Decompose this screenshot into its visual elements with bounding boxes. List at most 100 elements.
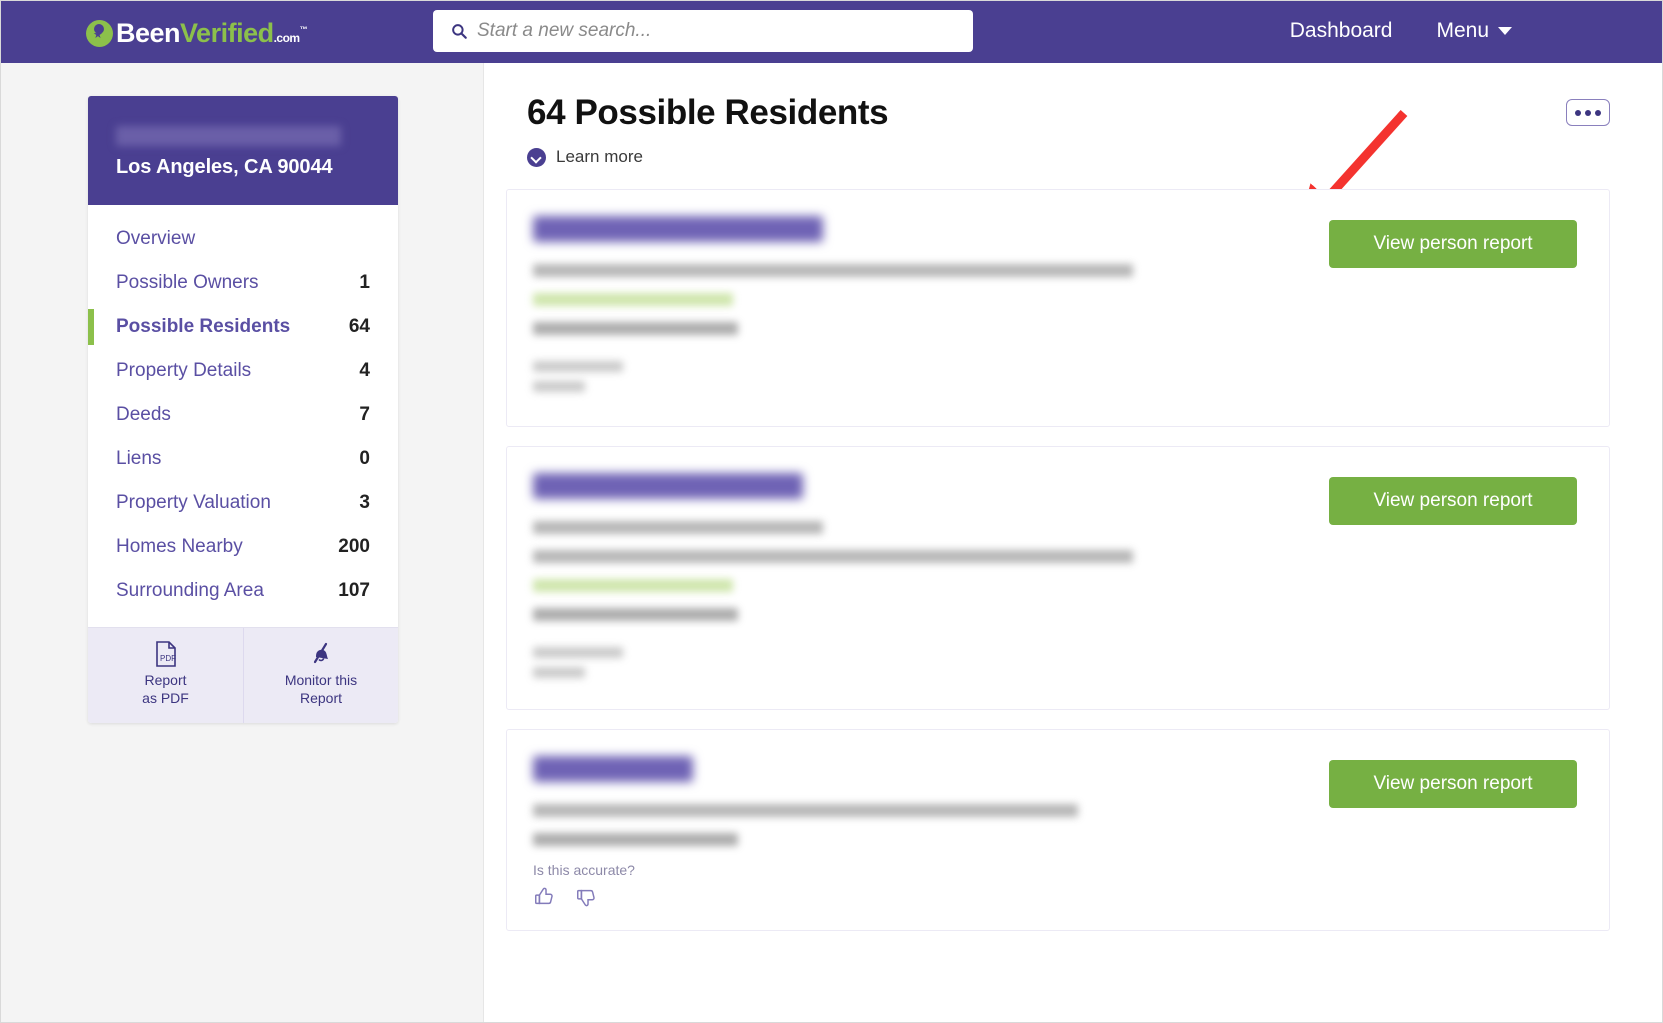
resident-address-redacted <box>533 804 1078 817</box>
sidebar-nav-list: Overview Possible Owners 1 Possible Resi… <box>88 205 398 627</box>
sidebar-item-deeds[interactable]: Deeds 7 <box>88 393 398 437</box>
sidebar-action-bar: PDF Report as PDF Monitor this Report <box>88 627 398 723</box>
sidebar-item-label: Possible Owners <box>116 272 259 293</box>
monitor-this-report-button[interactable]: Monitor this Report <box>243 628 398 723</box>
resident-address-redacted <box>533 550 1133 563</box>
resident-name-redacted[interactable] <box>533 473 803 499</box>
search-bar[interactable] <box>433 10 973 52</box>
resident-details-redacted <box>533 216 1143 401</box>
sidebar-item-count: 64 <box>348 316 370 337</box>
nav-link-menu-label: Menu <box>1436 19 1489 42</box>
sidebar-item-count: 200 <box>338 536 370 557</box>
logo-text-verified: Verified <box>180 17 274 48</box>
kebab-dot-icon <box>1595 109 1601 116</box>
sidebar-property-header: Los Angeles, CA 90044 <box>88 96 398 205</box>
main-header: 64 Possible Residents Learn more <box>506 93 1610 232</box>
svg-text:PDF: PDF <box>160 654 176 663</box>
resident-details-redacted <box>533 473 1143 687</box>
sidebar-item-label: Surrounding Area <box>116 580 264 601</box>
beenverified-logo-icon <box>86 19 113 47</box>
feedback-block: Is this accurate? <box>533 862 1143 908</box>
sidebar-item-overview[interactable]: Overview <box>88 217 398 261</box>
sidebar-item-surrounding-area[interactable]: Surrounding Area 107 <box>88 569 398 613</box>
logo-text-been: Been <box>116 17 181 48</box>
nav-link-menu[interactable]: Menu <box>1436 19 1512 43</box>
report-as-pdf-button[interactable]: PDF Report as PDF <box>88 628 243 723</box>
sidebar-item-label: Possible Residents <box>116 316 291 337</box>
view-person-report-button[interactable]: View person report <box>1329 760 1577 808</box>
resident-meta-redacted <box>533 381 585 392</box>
city-state-zip: Los Angeles, CA 90044 <box>116 156 333 178</box>
thumbs-down-icon[interactable] <box>575 886 597 908</box>
pdf-file-icon: PDF <box>155 641 176 667</box>
sidebar-item-label: Deeds <box>116 404 171 425</box>
view-person-report-button[interactable]: View person report <box>1329 477 1577 525</box>
resident-date-redacted <box>533 833 738 846</box>
sidebar-item-possible-owners[interactable]: Possible Owners 1 <box>88 261 398 305</box>
sidebar-item-count: 4 <box>359 360 370 381</box>
resident-address-redacted <box>533 264 1133 277</box>
resident-dob-redacted <box>533 521 823 534</box>
nav-link-dashboard-label: Dashboard <box>1289 19 1393 42</box>
learn-more-toggle[interactable]: Learn more <box>527 147 888 167</box>
resident-result-card: View person report <box>506 189 1610 427</box>
sidebar-item-count: 3 <box>359 492 370 513</box>
resident-name-redacted[interactable] <box>533 756 693 782</box>
results-list: View person report View person report Is… <box>506 189 1610 931</box>
sidebar-item-label: Liens <box>116 448 162 469</box>
sidebar-item-property-valuation[interactable]: Property Valuation 3 <box>88 481 398 525</box>
resident-result-card: View person report <box>506 446 1610 710</box>
beenverified-logo[interactable]: BeenVerified.com™ <box>86 17 308 48</box>
sidebar-item-label: Homes Nearby <box>116 536 243 557</box>
resident-phone-redacted <box>533 579 733 592</box>
thumbs-up-icon[interactable] <box>533 886 555 908</box>
sidebar-item-liens[interactable]: Liens 0 <box>88 437 398 481</box>
resident-meta-redacted <box>533 667 585 678</box>
main-header-text-block: 64 Possible Residents Learn more <box>527 93 889 167</box>
monitor-report-line2: Report <box>299 689 343 706</box>
chevron-down-circle-icon <box>527 147 546 167</box>
street-address-redacted <box>116 126 341 146</box>
sidebar-item-possible-residents[interactable]: Possible Residents 64 <box>88 305 398 349</box>
logo-trademark: ™ <box>299 24 308 34</box>
main-content-panel: 64 Possible Residents Learn more View pe… <box>483 63 1662 1022</box>
resident-details-redacted: Is this accurate? <box>533 756 1143 908</box>
resident-meta-redacted <box>533 647 623 658</box>
monitor-report-line1: Monitor this <box>284 672 358 688</box>
kebab-dot-icon <box>1585 109 1591 116</box>
logo-text-com: .com <box>273 30 301 45</box>
sidebar-item-label: Property Valuation <box>116 492 271 513</box>
is-this-accurate-label: Is this accurate? <box>533 862 635 878</box>
resident-name-redacted[interactable] <box>533 216 823 242</box>
chevron-down-icon <box>1498 27 1512 35</box>
resident-phone-redacted <box>533 293 733 306</box>
top-nav-links: Dashboard Menu <box>1290 19 1512 43</box>
sidebar-item-count: 107 <box>338 580 370 601</box>
sidebar: Los Angeles, CA 90044 Overview Possible … <box>88 96 398 723</box>
search-input[interactable] <box>477 20 957 42</box>
resident-date-redacted <box>533 608 738 621</box>
sidebar-item-homes-nearby[interactable]: Homes Nearby 200 <box>88 525 398 569</box>
nav-link-dashboard[interactable]: Dashboard <box>1290 19 1393 43</box>
report-as-pdf-line1: Report <box>144 672 187 688</box>
top-navigation-bar: BeenVerified.com™ Dashboard Menu <box>1 1 1662 63</box>
page-body: Los Angeles, CA 90044 Overview Possible … <box>1 63 1662 1022</box>
resident-meta-redacted <box>533 361 623 372</box>
view-person-report-button[interactable]: View person report <box>1329 220 1577 268</box>
learn-more-label: Learn more <box>556 147 643 166</box>
sidebar-item-label: Property Details <box>116 360 252 381</box>
resident-date-redacted <box>533 322 738 335</box>
sidebar-item-property-details[interactable]: Property Details 4 <box>88 349 398 393</box>
kebab-dot-icon <box>1575 109 1581 116</box>
sidebar-item-label: Overview <box>116 228 196 249</box>
sidebar-item-count: 1 <box>359 272 370 293</box>
app-window: BeenVerified.com™ Dashboard Menu <box>0 0 1663 1023</box>
report-as-pdf-line2: as PDF <box>142 689 189 706</box>
search-icon <box>452 24 467 39</box>
resident-result-card: Is this accurate? View person report <box>506 729 1610 931</box>
logo-wordmark: BeenVerified.com™ <box>116 17 308 48</box>
page-title: 64 Possible Residents <box>527 93 889 132</box>
sidebar-item-count: 7 <box>359 404 370 425</box>
monitor-bell-icon <box>313 642 328 664</box>
more-options-button[interactable] <box>1566 99 1610 126</box>
